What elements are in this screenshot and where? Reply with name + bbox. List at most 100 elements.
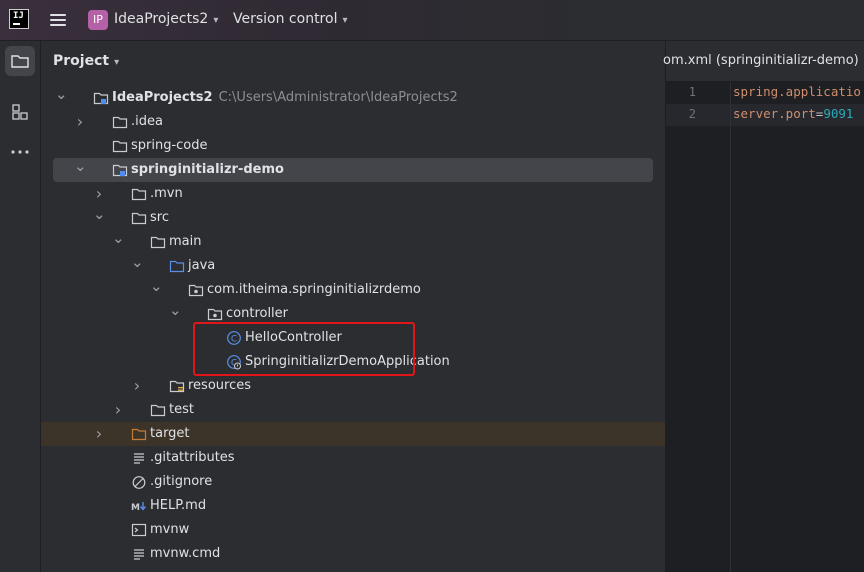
chevron-down-icon[interactable]: ⌄ (112, 226, 125, 250)
project-tool-button[interactable] (5, 46, 35, 76)
tree-node-mvnw-cmd[interactable]: mvnw.cmd (41, 542, 665, 566)
tree-node-label: resources (188, 374, 251, 398)
version-control-label: Version control (233, 11, 338, 27)
chevron-down-icon[interactable]: ⌄ (150, 274, 163, 298)
title-bar: IJ IP IdeaProjects2 ▾ Version control ▾ (0, 0, 864, 41)
tree-node-label: HelloController (245, 326, 342, 350)
tool-window-strip (0, 41, 41, 572)
node-name: target (150, 426, 190, 441)
tree-node-label: test (169, 398, 194, 422)
main-menu-icon[interactable] (48, 11, 68, 29)
folder-icon (11, 55, 29, 68)
tree-node-mvn[interactable]: › .mvn (41, 182, 665, 206)
chevron-right-icon[interactable]: › (112, 398, 124, 422)
text-file-icon (134, 549, 144, 560)
tree-node-mvnw[interactable]: mvnw (41, 518, 665, 542)
tree-node-controller[interactable]: ⌄ controller (41, 301, 665, 326)
chevron-down-icon: ▾ (114, 57, 120, 68)
more-tools-button[interactable] (5, 137, 35, 167)
code-line[interactable]: spring.applicatio (733, 84, 861, 99)
more-dots-icon (11, 150, 29, 154)
node-name: .idea (131, 114, 163, 129)
node-name: HelloController (245, 330, 342, 345)
tree-node-idea[interactable]: › .idea (41, 110, 665, 134)
node-name: SpringinitializrDemoApplication (245, 354, 450, 369)
project-view-selector[interactable]: Project ▾ (53, 53, 119, 69)
chevron-down-icon[interactable]: ⌄ (74, 154, 87, 178)
editor-tab-title: om.xml (springinitializr-demo) (663, 53, 859, 68)
tree-node-springinitializr-demo[interactable]: ⌄ springinitializr-demo (41, 157, 665, 182)
code-line[interactable]: server.port=9091 (733, 106, 853, 121)
tree-node-label: IdeaProjects2 C:\Users\Administrator\Idea… (112, 86, 458, 110)
tree-node-help-md[interactable]: M HELP.md (41, 494, 665, 518)
tree-node-label: spring-code (131, 134, 208, 158)
project-badge-icon[interactable]: IP (88, 10, 108, 30)
shell-script-icon (131, 523, 147, 537)
tree-node-java[interactable]: ⌄ java (41, 253, 665, 278)
structure-tool-button[interactable] (5, 97, 35, 127)
editor-tab[interactable]: om.xml (springinitializr-demo) (663, 41, 864, 82)
chevron-right-icon[interactable]: › (93, 422, 105, 446)
structure-icon (12, 104, 28, 120)
tree-node-gitattributes[interactable]: .gitattributes (41, 446, 665, 470)
chevron-down-icon[interactable]: ⌄ (169, 298, 182, 322)
tree-node-gitignore[interactable]: .gitignore (41, 470, 665, 494)
chevron-right-icon[interactable]: › (131, 374, 143, 398)
tree-node-label: mvnw.cmd (150, 542, 220, 566)
tree-node-label: java (188, 254, 215, 278)
node-name: IdeaProjects2 (112, 90, 213, 105)
tree-node-label: .mvn (150, 182, 183, 206)
tree-node-label: target (150, 422, 190, 446)
chevron-down-icon[interactable]: ⌄ (93, 202, 106, 226)
tree-node-ideaprojects2[interactable]: ⌄ IdeaProjects2 C:\Users\Administrator\Ide… (41, 85, 665, 110)
node-name: mvnw (150, 522, 190, 537)
node-name: mvnw.cmd (150, 546, 221, 561)
folder-icon (112, 140, 128, 153)
project-name: IdeaProjects2 (114, 11, 209, 27)
tree-node-label: .gitignore (150, 470, 212, 494)
node-name: test (169, 402, 194, 417)
node-name: .mvn (150, 186, 183, 201)
node-name: .gitignore (150, 474, 213, 489)
module-folder-icon (112, 164, 128, 177)
tree-node-com-itheima-springinitializrdemo[interactable]: ⌄ com.itheima.springinitializrdemo (41, 277, 665, 302)
tree-node-label: main (169, 230, 201, 254)
folder-icon (150, 404, 166, 417)
excluded-folder-icon (131, 428, 147, 441)
text-file-icon (134, 453, 144, 464)
tree-node-test[interactable]: › test (41, 398, 665, 422)
chevron-right-icon[interactable]: › (74, 110, 86, 134)
chevron-down-icon[interactable]: ⌄ (131, 250, 144, 274)
folder-icon (112, 116, 128, 129)
folder-icon (131, 212, 147, 225)
package-icon (207, 308, 223, 321)
markdown-file-icon: M (131, 502, 147, 513)
tree-node-label: .gitattributes (150, 446, 235, 470)
version-control-menu[interactable]: Version control ▾ (233, 11, 348, 27)
tree-node-label: springinitializr-demo (131, 158, 284, 182)
chevron-down-icon[interactable]: ⌄ (55, 82, 68, 106)
tree-node-springinitializrdemoapplication[interactable]: C SpringinitializrDemoApplication (41, 350, 665, 374)
node-name: spring-code (131, 138, 208, 153)
node-name: controller (226, 306, 289, 321)
line-number: 1 (688, 85, 696, 99)
project-panel: Project ▾ ⌄ IdeaProjects2 C:\Users\Administ… (41, 41, 666, 572)
tree-node-label: HELP.md (150, 494, 206, 518)
tree-node-hellocontroller[interactable]: C HelloController (41, 326, 665, 350)
project-switcher[interactable]: IdeaProjects2 ▾ (114, 11, 218, 27)
tree-node-target[interactable]: › target (41, 422, 665, 446)
tree-node-label: com.itheima.springinitializrdemo (207, 278, 421, 302)
tree-node-resources[interactable]: › resources (41, 374, 665, 398)
chevron-down-icon: ▾ (342, 15, 348, 26)
package-icon (188, 284, 204, 297)
tree-node-label: src (150, 206, 169, 230)
line-number-gutter (666, 82, 731, 572)
spring-boot-class-icon: C (227, 355, 241, 370)
tree-node-spring-code[interactable]: spring-code (41, 134, 665, 158)
svg-text:C: C (231, 335, 237, 345)
class-icon: C (227, 331, 241, 345)
folder-icon (131, 188, 147, 201)
source-folder-icon (169, 260, 185, 273)
intellij-logo-icon[interactable]: IJ (9, 9, 29, 29)
tree-node-src[interactable]: ⌄ src (41, 205, 665, 230)
